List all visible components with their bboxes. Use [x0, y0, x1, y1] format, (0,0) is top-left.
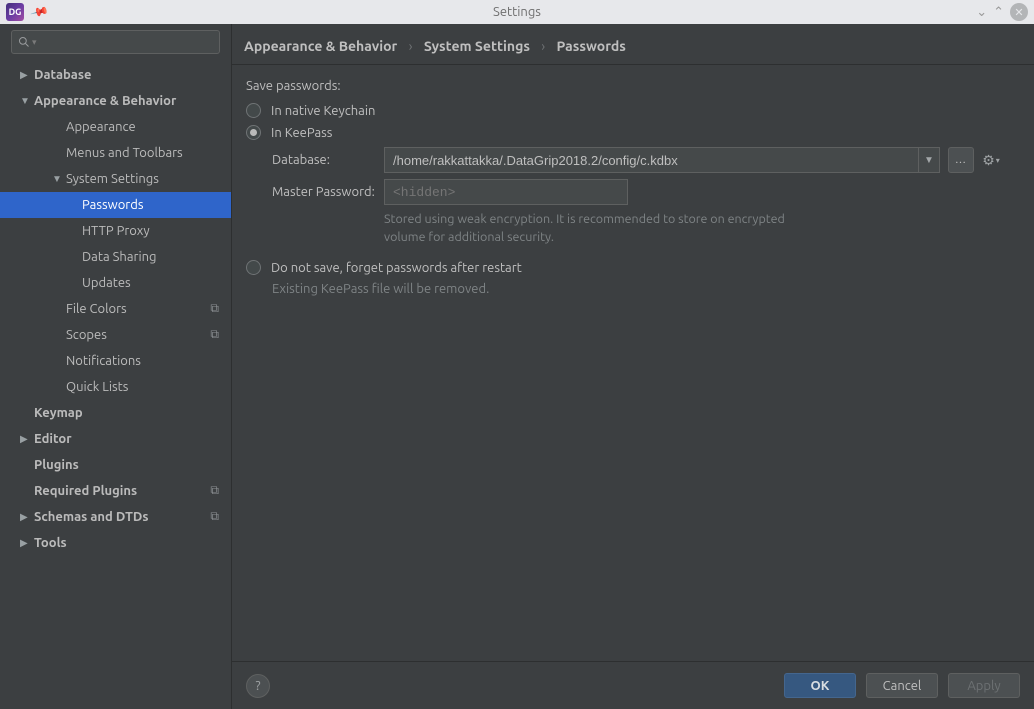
chevron-up-icon[interactable]: ⌃	[993, 5, 1004, 20]
ok-button[interactable]: OK	[784, 673, 856, 698]
tree-item-required-plugins[interactable]: Required Plugins⧉	[0, 478, 231, 504]
titlebar: 📌 Settings ⌄ ⌃ ✕	[0, 0, 1034, 24]
chevron-down-icon[interactable]: ⌄	[976, 5, 987, 20]
copy-icon: ⧉	[210, 484, 219, 498]
radio-do-not-save[interactable]: Do not save, forget passwords after rest…	[246, 260, 1020, 275]
arrow-right-icon: ▶	[20, 69, 34, 81]
sidebar: ▾ ▶Database ▼Appearance & Behavior Appea…	[0, 24, 232, 709]
tree-item-scopes[interactable]: Scopes⧉	[0, 322, 231, 348]
tree-item-quick-lists[interactable]: Quick Lists	[0, 374, 231, 400]
breadcrumb: Appearance & Behavior › System Settings …	[232, 24, 1034, 65]
tree-item-database[interactable]: ▶Database	[0, 62, 231, 88]
copy-icon: ⧉	[210, 328, 219, 342]
chevron-right-icon: ›	[409, 38, 413, 54]
caret-down-icon: ▾	[32, 37, 37, 48]
arrow-right-icon: ▶	[20, 511, 34, 523]
tree-item-data-sharing[interactable]: Data Sharing	[0, 244, 231, 270]
tree-item-file-colors[interactable]: File Colors⧉	[0, 296, 231, 322]
copy-icon: ⧉	[210, 302, 219, 316]
apply-button[interactable]: Apply	[948, 673, 1020, 698]
radio-checked-icon	[246, 125, 261, 140]
history-dropdown-button[interactable]: ▼	[918, 147, 940, 173]
arrow-down-icon: ▼	[20, 95, 34, 107]
caret-down-icon: ▾	[996, 156, 1000, 165]
database-label: Database:	[272, 153, 384, 167]
save-passwords-label: Save passwords:	[246, 79, 1020, 93]
search-input-wrapper[interactable]: ▾	[11, 30, 220, 54]
search-input[interactable]	[41, 35, 213, 49]
master-password-input[interactable]	[384, 179, 628, 205]
breadcrumb-part: Passwords	[557, 38, 626, 54]
arrow-right-icon: ▶	[20, 433, 34, 445]
arrow-right-icon: ▶	[20, 537, 34, 549]
close-icon[interactable]: ✕	[1010, 3, 1028, 21]
tree-item-plugins[interactable]: Plugins	[0, 452, 231, 478]
help-button[interactable]: ?	[246, 674, 270, 698]
app-icon	[6, 3, 24, 21]
cancel-button[interactable]: Cancel	[866, 673, 938, 698]
breadcrumb-part[interactable]: System Settings	[424, 38, 530, 54]
master-password-hint: Stored using weak encryption. It is reco…	[384, 211, 814, 246]
master-password-label: Master Password:	[272, 185, 384, 199]
footer: ? OK Cancel Apply	[232, 661, 1034, 709]
pin-icon[interactable]: 📌	[30, 2, 50, 22]
radio-icon	[246, 260, 261, 275]
chevron-right-icon: ›	[541, 38, 545, 54]
breadcrumb-part[interactable]: Appearance & Behavior	[244, 38, 397, 54]
tree-item-editor[interactable]: ▶Editor	[0, 426, 231, 452]
search-icon	[18, 36, 30, 48]
settings-tree: ▶Database ▼Appearance & Behavior Appeara…	[0, 60, 231, 709]
tree-item-system-settings[interactable]: ▼System Settings	[0, 166, 231, 192]
do-not-save-note: Existing KeePass file will be removed.	[272, 282, 1020, 296]
tree-item-menus-toolbars[interactable]: Menus and Toolbars	[0, 140, 231, 166]
window-title: Settings	[0, 5, 1034, 19]
gear-icon: ⚙	[982, 152, 995, 169]
radio-keepass[interactable]: In KeePass	[246, 125, 1020, 140]
radio-icon	[246, 103, 261, 118]
tree-item-passwords[interactable]: Passwords	[0, 192, 231, 218]
copy-icon: ⧉	[210, 510, 219, 524]
tree-item-tools[interactable]: ▶Tools	[0, 530, 231, 556]
arrow-down-icon: ▼	[52, 173, 66, 185]
tree-item-http-proxy[interactable]: HTTP Proxy	[0, 218, 231, 244]
radio-native-keychain[interactable]: In native Keychain	[246, 103, 1020, 118]
tree-item-appearance[interactable]: Appearance	[0, 114, 231, 140]
tree-item-notifications[interactable]: Notifications	[0, 348, 231, 374]
tree-item-keymap[interactable]: Keymap	[0, 400, 231, 426]
tree-item-updates[interactable]: Updates	[0, 270, 231, 296]
gear-button[interactable]: ⚙▾	[980, 147, 1002, 173]
database-path-input[interactable]	[384, 147, 918, 173]
tree-item-schemas-dtds[interactable]: ▶Schemas and DTDs⧉	[0, 504, 231, 530]
main-panel: Appearance & Behavior › System Settings …	[232, 24, 1034, 709]
browse-button[interactable]: …	[948, 147, 974, 173]
tree-item-appearance-behavior[interactable]: ▼Appearance & Behavior	[0, 88, 231, 114]
